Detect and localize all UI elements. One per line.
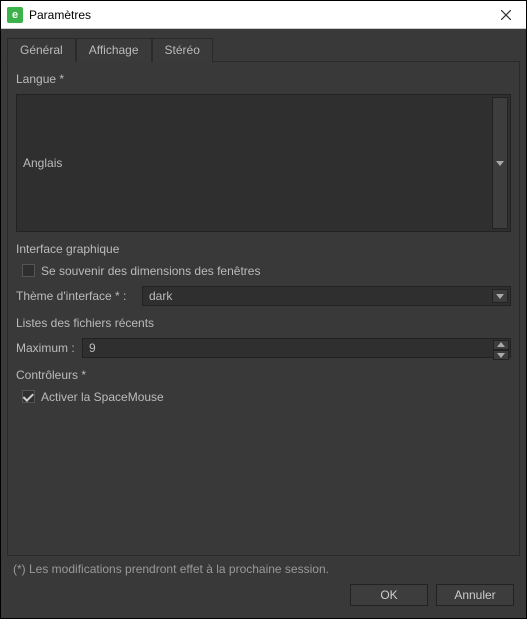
gui-section-label: Interface graphique	[16, 242, 511, 256]
remember-dims-label: Se souvenir des dimensions des fenêtres	[41, 264, 260, 278]
close-icon	[501, 10, 511, 20]
dialog-body: Général Affichage Stéréo Langue * Anglai…	[1, 29, 526, 618]
ok-button[interactable]: OK	[350, 584, 428, 606]
cancel-button[interactable]: Annuler	[436, 584, 514, 606]
tab-general[interactable]: Général	[7, 38, 76, 62]
close-button[interactable]	[486, 1, 526, 29]
theme-value: dark	[149, 289, 172, 303]
spin-up-button[interactable]	[493, 340, 509, 350]
footer-note: (*) Les modifications prendront effet à …	[13, 562, 514, 576]
tab-stereo[interactable]: Stéréo	[152, 38, 213, 62]
chevron-down-icon	[492, 97, 508, 229]
remember-dims-checkbox[interactable]	[22, 264, 35, 277]
max-value: 9	[89, 341, 96, 355]
theme-label: Thème d'interface * :	[16, 289, 136, 303]
spacemouse-label: Activer la SpaceMouse	[41, 390, 164, 404]
dialog-footer: (*) Les modifications prendront effet à …	[7, 556, 520, 612]
max-label: Maximum :	[16, 341, 76, 355]
recent-section-label: Listes des fichiers récents	[16, 316, 511, 330]
app-icon: e	[7, 7, 23, 23]
spacemouse-checkbox[interactable]	[22, 390, 35, 403]
tab-panel-general: Langue * Anglais Interface graphique Se …	[7, 61, 520, 556]
tab-bar: Général Affichage Stéréo	[7, 37, 520, 61]
theme-select[interactable]: dark	[142, 286, 511, 306]
chevron-down-icon	[492, 289, 508, 303]
language-select[interactable]: Anglais	[16, 94, 511, 232]
max-spinbox[interactable]: 9	[82, 338, 511, 358]
language-label: Langue *	[16, 72, 511, 86]
controllers-label: Contrôleurs *	[16, 368, 511, 382]
language-value: Anglais	[23, 156, 62, 170]
window-title: Paramètres	[29, 8, 486, 22]
tab-affichage[interactable]: Affichage	[76, 38, 152, 62]
titlebar: e Paramètres	[1, 1, 526, 29]
spin-down-button[interactable]	[493, 350, 509, 360]
